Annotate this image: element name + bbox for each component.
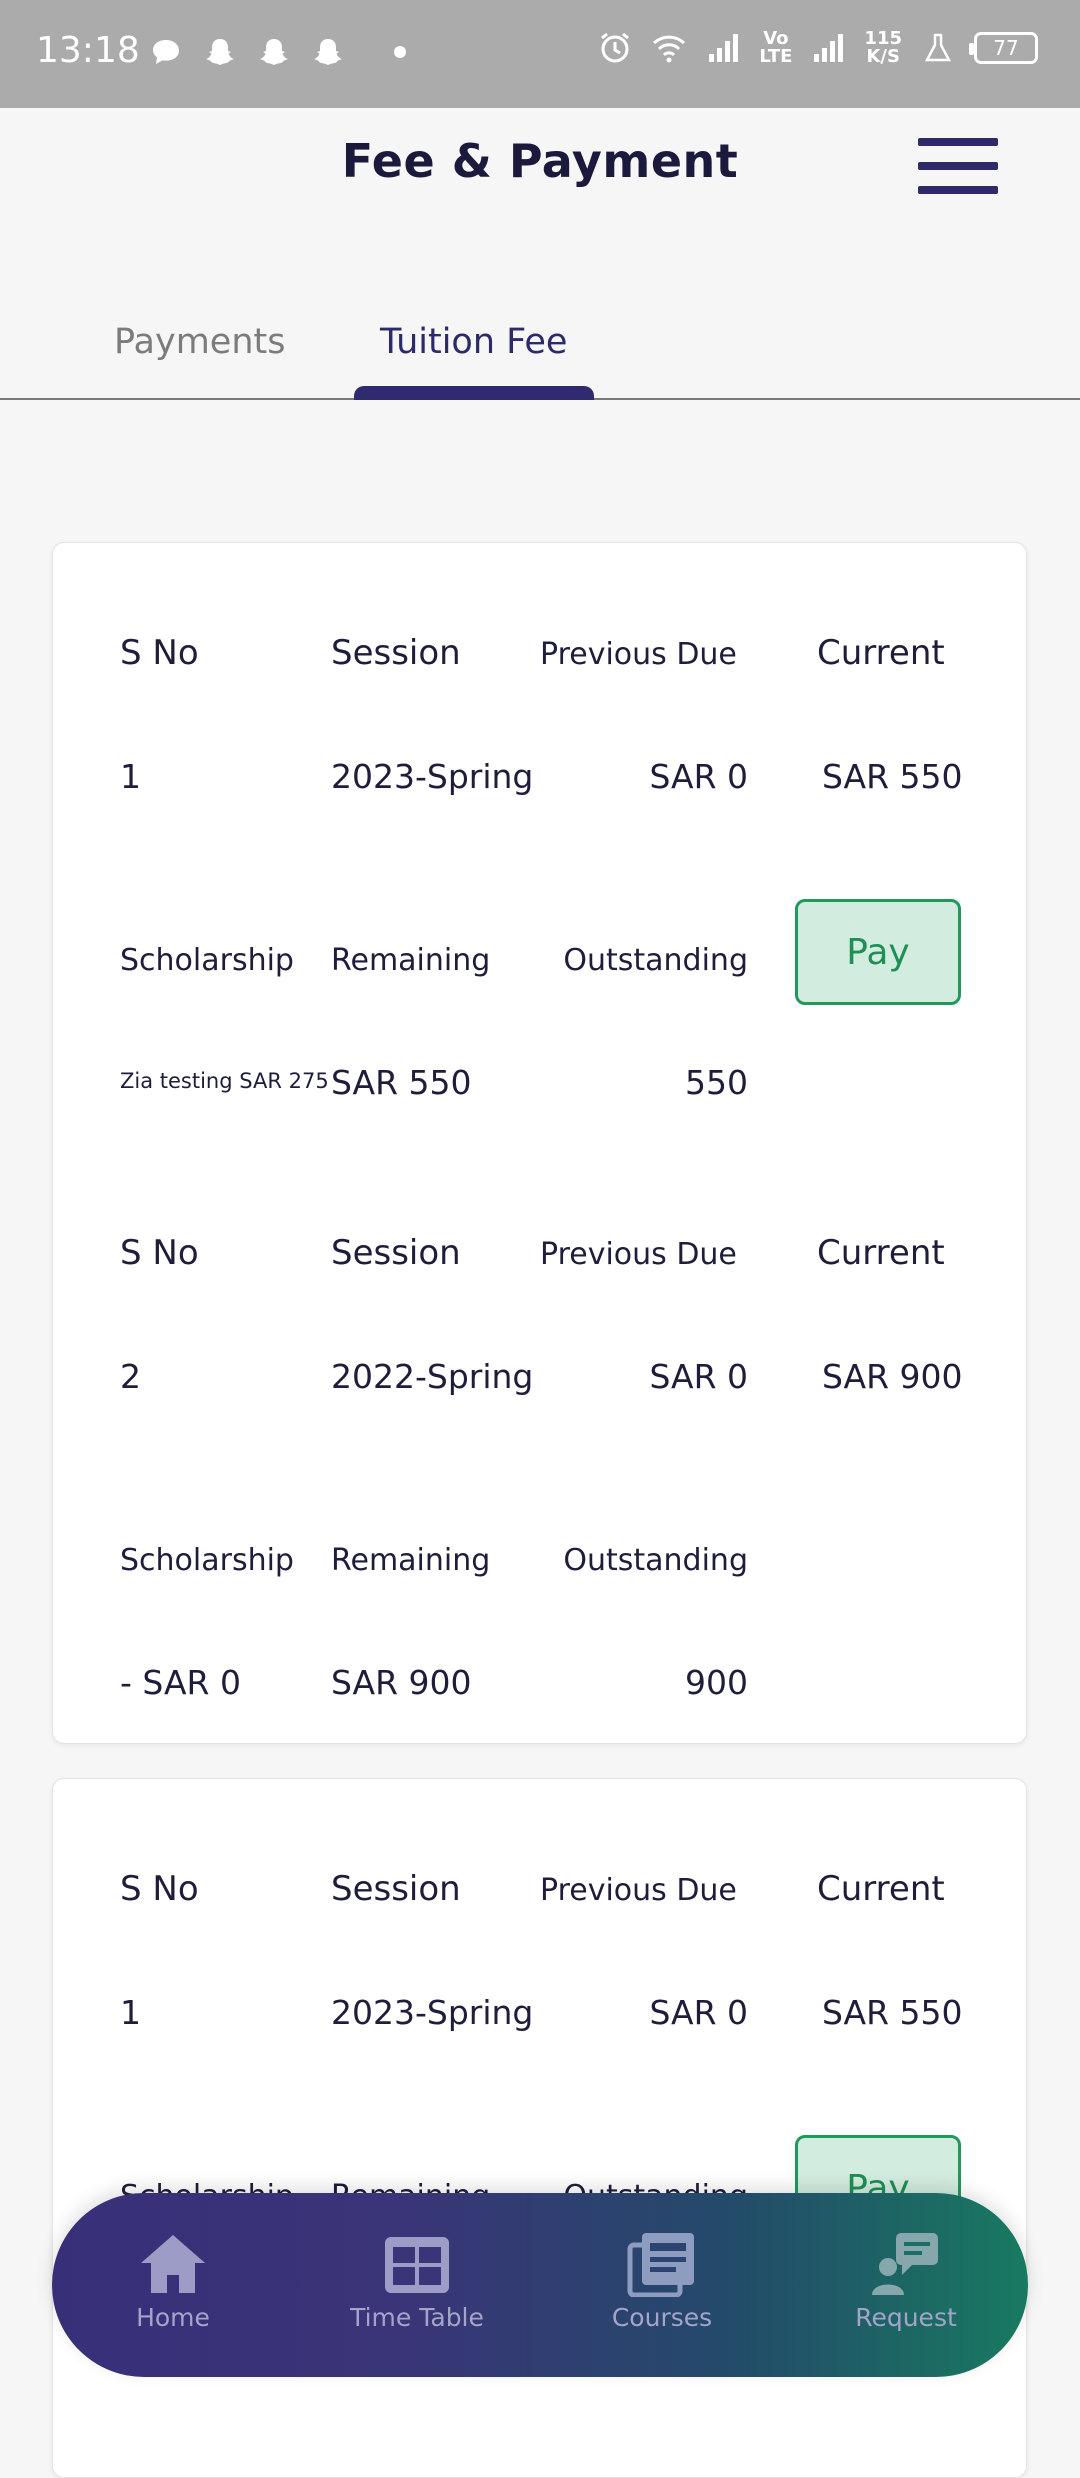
outstanding-value: 550 (685, 1063, 748, 1102)
request-icon (872, 2233, 938, 2295)
alarm-icon (601, 32, 630, 63)
scholarship-header: Scholarship (120, 1543, 294, 1578)
tab-payments[interactable]: Payments (114, 322, 285, 362)
speed-unit: K/S (866, 46, 900, 67)
current-header: Current (817, 1869, 945, 1909)
nav-request[interactable]: Request (806, 2231, 1006, 2332)
snapchat-icon (260, 39, 288, 65)
remaining-header: Remaining (331, 943, 491, 978)
s-no-value: 1 (120, 1993, 141, 2032)
current-value: SAR 550 (822, 757, 963, 796)
table-icon (385, 2237, 449, 2293)
previous-due-header: Previous Due (540, 637, 737, 672)
nav-home[interactable]: Home (73, 2231, 273, 2332)
status-bar: 13:18 Vo LTE 115 K/S 77 (0, 0, 1080, 108)
signal-icon (814, 34, 844, 62)
remaining-value: SAR 550 (331, 1063, 472, 1102)
previous-due-value: SAR 0 (649, 1357, 748, 1396)
remaining-header: Remaining (331, 1543, 491, 1578)
more-notifications-dot-icon (394, 46, 406, 58)
nav-courses-label: Courses (611, 2303, 713, 2332)
previous-due-header: Previous Due (540, 1237, 737, 1272)
flask-icon (924, 33, 952, 62)
s-no-header: S No (120, 1233, 199, 1273)
scholarship-value: - SAR 0 (120, 1663, 241, 1702)
session-header: Session (331, 633, 461, 673)
current-header: Current (817, 633, 945, 673)
snapchat-icon (206, 39, 234, 65)
nav-time-table-label: Time Table (350, 2303, 484, 2332)
s-no-value: 1 (120, 757, 141, 796)
notification-icons (148, 34, 406, 70)
outstanding-value: 900 (685, 1663, 748, 1702)
tab-tuition-fee[interactable]: Tuition Fee (380, 322, 567, 362)
active-tab-indicator (354, 386, 594, 400)
app-header: Fee & Payment (0, 108, 1080, 268)
status-time: 13:18 (36, 30, 140, 71)
snapchat-icon (314, 39, 342, 65)
battery-level: 77 (993, 36, 1019, 60)
wifi-icon (653, 35, 686, 63)
scholarship-header: Scholarship (120, 943, 294, 978)
network-speed: 115 K/S (864, 30, 902, 66)
previous-due-header: Previous Due (540, 1873, 737, 1908)
nav-time-table[interactable]: Time Table (317, 2231, 517, 2332)
signal-icon (709, 34, 739, 62)
outstanding-header: Outstanding (563, 943, 748, 978)
previous-due-value: SAR 0 (649, 1993, 748, 2032)
nav-home-label: Home (136, 2303, 210, 2332)
remaining-value: SAR 900 (331, 1663, 472, 1702)
s-no-header: S No (120, 1869, 199, 1909)
session-value: 2023-Spring (331, 757, 534, 796)
system-icons: Vo LTE 115 K/S 77 (597, 30, 1038, 66)
session-value: 2023-Spring (331, 1993, 534, 2032)
current-header: Current (817, 1233, 945, 1273)
volte-indicator: Vo LTE (759, 30, 792, 66)
session-header: Session (331, 1869, 461, 1909)
nav-request-label: Request (855, 2303, 957, 2332)
current-value: SAR 900 (822, 1357, 963, 1396)
s-no-value: 2 (120, 1357, 141, 1396)
session-header: Session (331, 1233, 461, 1273)
home-icon (141, 2235, 205, 2293)
chat-bubble-icon (153, 40, 179, 64)
fee-card: S No Session Previous Due Current 1 2023… (52, 542, 1027, 1744)
pay-button[interactable]: Pay (795, 899, 961, 1005)
courses-icon (627, 2233, 694, 2297)
s-no-header: S No (120, 633, 199, 673)
bottom-navigation: Home Time Table Courses Request (52, 2193, 1028, 2377)
scholarship-value: Zia testing SAR 275 (120, 1069, 329, 1093)
outstanding-header: Outstanding (563, 1543, 748, 1578)
tab-bar: Payments Tuition Fee (0, 300, 1080, 400)
nav-courses[interactable]: Courses (562, 2231, 762, 2332)
battery-icon: 77 (969, 32, 1038, 64)
current-value: SAR 550 (822, 1993, 963, 2032)
volte-bottom: LTE (759, 46, 793, 67)
hamburger-menu-icon[interactable] (918, 138, 998, 198)
previous-due-value: SAR 0 (649, 757, 748, 796)
session-value: 2022-Spring (331, 1357, 534, 1396)
